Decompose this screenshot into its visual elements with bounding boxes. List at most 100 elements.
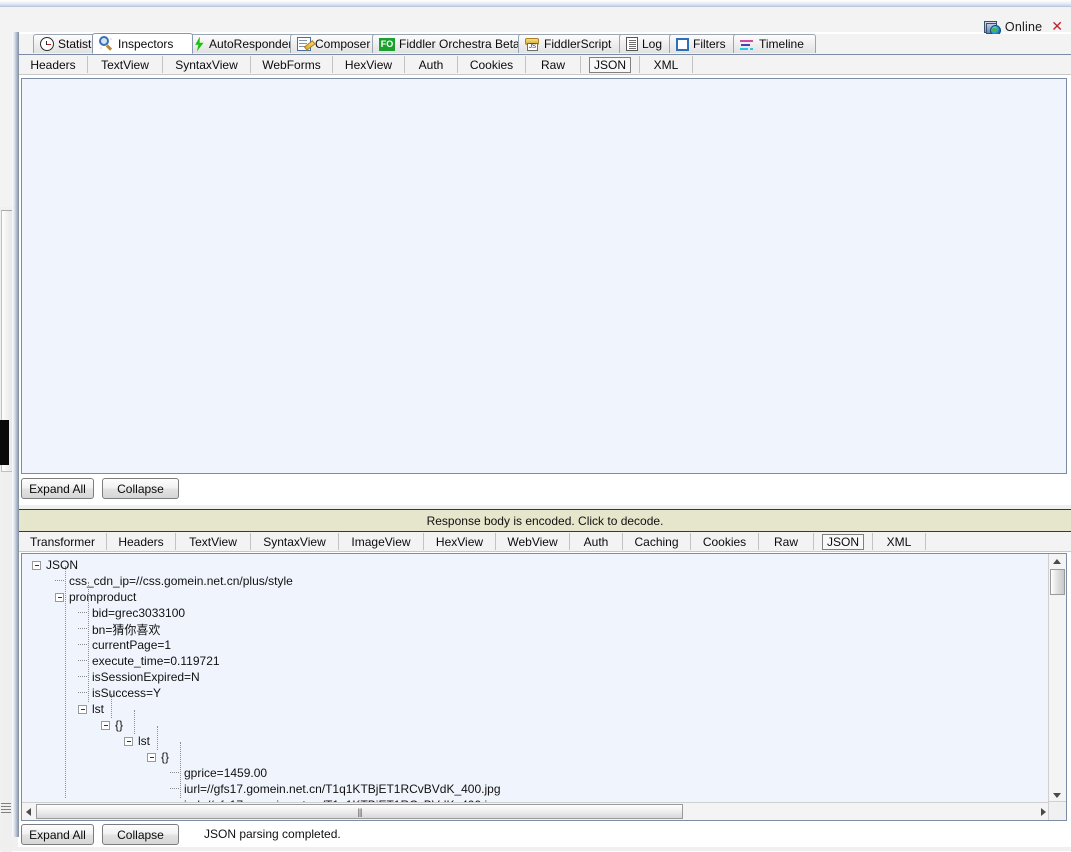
json-tree-node[interactable]: lst (78, 701, 104, 717)
online-label: Online (1004, 20, 1043, 34)
collapse-expander-icon[interactable] (78, 704, 87, 714)
response-tab-imageview[interactable]: ImageView (339, 533, 424, 550)
scroll-down-arrow-icon[interactable] (1053, 793, 1061, 798)
response-tab-label: Caching (634, 534, 679, 549)
main-tab-fiddler-orchestra-beta[interactable]: FO Fiddler Orchestra Beta (372, 34, 528, 53)
json-parse-status-text: JSON parsing completed. (204, 827, 341, 841)
json-tree-node[interactable]: {} (101, 717, 123, 733)
json-tree-node-label: {} (115, 718, 124, 732)
request-collapse-button[interactable]: Collapse (102, 478, 179, 499)
request-tab-webforms[interactable]: WebForms (251, 56, 333, 73)
response-tab-textview[interactable]: TextView (176, 533, 251, 550)
response-expand-all-button[interactable]: Expand All (21, 824, 94, 845)
collapse-expander-icon[interactable] (32, 560, 41, 570)
left-scroll-track-lower[interactable] (1, 472, 12, 852)
response-json-tree-panel[interactable]: JSON css_cdn_ip=//css.gomein.net.cn/plus/… (21, 553, 1067, 821)
json-tree-node-label: isSessionExpired=N (92, 670, 200, 684)
json-tree-node[interactable]: execute_time=0.119721 (78, 653, 220, 669)
response-tab-headers[interactable]: Headers (107, 533, 176, 550)
request-tab-auth[interactable]: Auth (405, 56, 458, 73)
json-tree-node[interactable]: lst (124, 733, 150, 749)
json-tree-horizontal-scrollbar[interactable] (22, 802, 1066, 820)
json-tree-node[interactable]: isSessionExpired=N (78, 669, 200, 685)
json-tree-node[interactable]: bn=猜你喜欢 (78, 621, 160, 637)
response-tab-syntaxview[interactable]: SyntaxView (251, 533, 339, 550)
request-tab-xml[interactable]: XML (640, 56, 693, 73)
fo-badge-icon: FO (379, 37, 395, 51)
json-tree-node-label: {} (161, 750, 170, 764)
main-tab-fiddlerscript[interactable]: JS FiddlerScript (518, 34, 628, 53)
response-tab-label: WebView (507, 534, 558, 549)
request-expand-all-button[interactable]: Expand All (21, 478, 94, 499)
response-tab-xml[interactable]: XML (873, 533, 926, 550)
tree-connector-line (78, 644, 87, 646)
request-tab-headers[interactable]: Headers (19, 56, 88, 73)
json-tree-node[interactable]: currentPage=1 (78, 637, 171, 653)
json-tree-node[interactable]: JSON (32, 557, 78, 573)
main-tab-bar: Statistics Inspectors AutoResponder Compose… (19, 33, 1071, 55)
json-tree-node[interactable]: iurl=//gfs17.gomein.net.cn/T1q1KTBjET1RC… (170, 781, 501, 797)
request-tab-label: Cookies (469, 57, 514, 72)
json-tree-node-label: css_cdn_ip=//css.gomein.net.cn/plus/styl… (69, 574, 293, 588)
vertical-scroll-thumb[interactable] (1050, 569, 1065, 595)
network-globe-icon (983, 20, 1001, 36)
scroll-left-arrow-icon[interactable] (26, 808, 31, 816)
request-inspector-tab-bar: Headers TextView SyntaxView WebForms HexView… (19, 55, 1071, 75)
json-tree-node[interactable]: gprice=1459.00 (170, 765, 267, 781)
response-tab-json[interactable]: JSON (814, 533, 873, 550)
horizontal-scroll-thumb[interactable] (36, 804, 683, 819)
response-tab-webview[interactable]: WebView (496, 533, 570, 550)
response-tab-cookies[interactable]: Cookies (691, 533, 759, 550)
json-tree-node[interactable]: css_cdn_ip=//css.gomein.net.cn/plus/styl… (55, 573, 293, 589)
collapse-expander-icon[interactable] (101, 720, 110, 730)
request-tab-textview[interactable]: TextView (88, 56, 163, 73)
request-tab-syntaxview[interactable]: SyntaxView (163, 56, 251, 73)
close-icon[interactable]: ✕ (1047, 20, 1063, 34)
main-tab-filters[interactable]: Filters (669, 34, 741, 53)
main-tab-timeline[interactable]: Timeline (733, 34, 816, 53)
response-tab-caching[interactable]: Caching (623, 533, 691, 550)
main-tab-inspectors[interactable]: Inspectors (92, 33, 193, 54)
main-tab-autoresponder[interactable]: AutoResponder (186, 34, 303, 53)
tree-guide-line (111, 694, 112, 718)
main-tab-label: Timeline (759, 37, 804, 51)
tree-guide-line (134, 710, 135, 734)
json-tree-node-label: lst (138, 734, 150, 748)
response-encoded-banner[interactable]: Response body is encoded. Click to decod… (19, 509, 1071, 532)
tree-connector-line (78, 692, 87, 694)
main-tab-label: Filters (693, 37, 726, 51)
left-scroll-thumb[interactable] (0, 420, 9, 465)
json-tree-node[interactable]: isSuccess=Y (78, 685, 161, 701)
json-tree-node[interactable]: bid=grec3033100 (78, 605, 185, 621)
json-tree-node[interactable]: promproduct (55, 589, 136, 605)
response-tab-auth[interactable]: Auth (570, 533, 623, 550)
main-tab-composer[interactable]: Composer (290, 34, 382, 53)
timeline-icon (740, 38, 755, 51)
collapse-expander-icon[interactable] (55, 592, 64, 602)
request-tab-raw[interactable]: Raw (526, 56, 581, 73)
response-tab-raw[interactable]: Raw (759, 533, 814, 550)
scroll-up-arrow-icon[interactable] (1053, 559, 1061, 564)
response-collapse-button[interactable]: Collapse (102, 824, 179, 845)
vertical-splitter[interactable] (12, 32, 19, 837)
request-tab-hexview[interactable]: HexView (333, 56, 405, 73)
request-tab-json[interactable]: JSON (581, 56, 640, 73)
resize-grip-icon[interactable] (1, 803, 11, 813)
response-tab-hexview[interactable]: HexView (424, 533, 496, 550)
request-json-panel[interactable] (21, 78, 1067, 474)
json-tree-node[interactable]: {} (147, 749, 169, 765)
response-tab-label: ImageView (351, 534, 411, 549)
window-bottom-edge (0, 847, 1071, 851)
response-tab-label: Cookies (702, 534, 747, 549)
request-tab-cookies[interactable]: Cookies (458, 56, 526, 73)
response-tab-label: XML (886, 534, 912, 549)
json-tree-vertical-scrollbar[interactable] (1048, 554, 1066, 803)
main-tab-label: Log (642, 37, 663, 51)
scroll-right-arrow-icon[interactable] (1041, 808, 1046, 816)
response-tab-transformer[interactable]: Transformer (19, 533, 107, 550)
response-tab-label: Headers (118, 534, 164, 549)
tree-connector-line (78, 612, 87, 614)
json-tree-node-label: JSON (46, 558, 79, 572)
collapse-expander-icon[interactable] (124, 736, 133, 746)
collapse-expander-icon[interactable] (147, 752, 156, 762)
